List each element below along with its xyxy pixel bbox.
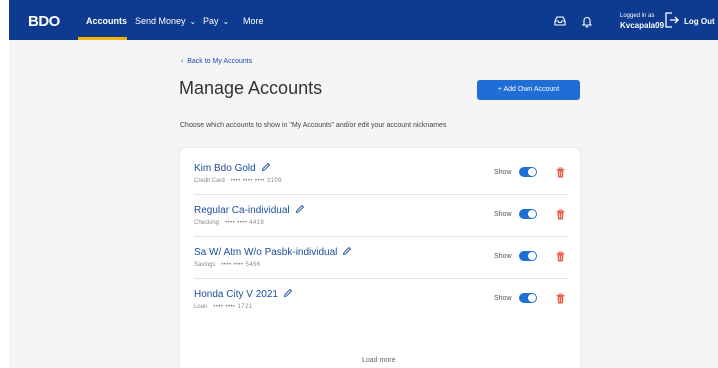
account-row: Kim Bdo Gold Credit Card •••• •••• •••• 3… <box>194 154 568 195</box>
show-label: Show <box>494 211 512 218</box>
bell-icon[interactable] <box>580 14 594 28</box>
pencil-icon[interactable] <box>261 162 271 172</box>
bdo-logo[interactable]: BDO <box>28 13 60 30</box>
pencil-icon[interactable] <box>342 246 352 256</box>
load-more-button[interactable]: Load more <box>362 357 395 364</box>
logout-icon <box>665 12 679 28</box>
account-row: Regular Ca-individual Checking •••• •••• … <box>194 196 568 237</box>
show-toggle[interactable] <box>519 251 537 261</box>
account-row: Sa W/ Atm W/o Pasbk-individual Savings ••… <box>194 238 568 279</box>
app-frame: BDO Accounts Send Money ⌄ Pay ⌄ More Logge… <box>9 0 718 368</box>
account-type: Savings <box>194 262 216 268</box>
show-toggle[interactable] <box>519 293 537 303</box>
account-number-masked: •••• •••• •••• 3109 <box>230 178 282 184</box>
account-name[interactable]: Sa W/ Atm W/o Pasbk-individual <box>194 246 352 258</box>
nav-more[interactable]: More <box>243 16 264 26</box>
nav-accounts-label: Accounts <box>86 16 128 26</box>
add-own-account-button[interactable]: + Add Own Account <box>477 80 580 100</box>
account-type: Checking <box>194 220 220 226</box>
toggle-knob <box>528 294 536 302</box>
pencil-icon[interactable] <box>283 288 293 298</box>
toggle-knob <box>528 252 536 260</box>
page-subtitle: Choose which accounts to show in "My Acc… <box>180 122 447 129</box>
account-meta: Credit Card •••• •••• •••• 3109 <box>194 178 282 184</box>
row-divider <box>194 236 568 237</box>
account-number-masked: •••• •••• 1721 <box>213 304 253 310</box>
username: Kvcapala09 <box>620 21 665 30</box>
logo-text: BDO <box>28 13 60 30</box>
account-type: Loan <box>194 304 208 310</box>
logged-in-label: Logged in as <box>620 13 655 19</box>
inbox-icon[interactable] <box>553 14 567 28</box>
account-number-masked: •••• •••• 5456 <box>221 262 261 268</box>
show-toggle[interactable] <box>519 167 537 177</box>
trash-icon[interactable] <box>556 251 565 262</box>
logout-label: Log Out <box>684 17 715 26</box>
logged-in-info: Logged in as Kvcapala09 <box>620 12 664 30</box>
trash-icon[interactable] <box>556 293 565 304</box>
nav-send-money-label: Send Money <box>135 16 186 26</box>
account-meta: Checking •••• •••• 4419 <box>194 220 264 226</box>
account-name-text: Regular Ca-individual <box>194 205 290 216</box>
show-label: Show <box>494 253 512 260</box>
chevron-down-icon: ⌄ <box>189 17 197 26</box>
toggle-knob <box>528 210 536 218</box>
account-meta: Savings •••• •••• 5456 <box>194 262 260 268</box>
trash-icon[interactable] <box>556 167 565 178</box>
toggle-knob <box>528 168 536 176</box>
account-name-text: Honda City V 2021 <box>194 289 278 300</box>
chevron-left-icon: ‹ <box>181 58 184 65</box>
account-row: Honda City V 2021 Loan •••• •••• 1721 Sho… <box>194 280 568 321</box>
account-name[interactable]: Kim Bdo Gold <box>194 162 271 174</box>
account-name[interactable]: Regular Ca-individual <box>194 204 305 216</box>
nav-pay-label: Pay <box>203 16 219 26</box>
account-type: Credit Card <box>194 178 225 184</box>
show-label: Show <box>494 169 512 176</box>
show-toggle[interactable] <box>519 209 537 219</box>
row-divider <box>194 194 568 195</box>
back-to-my-accounts-link[interactable]: ‹ Back to My Accounts <box>181 58 252 65</box>
nav-accounts[interactable]: Accounts <box>86 16 127 26</box>
back-link-label: Back to My Accounts <box>187 58 253 65</box>
nav-pay[interactable]: Pay ⌄ <box>203 16 229 26</box>
show-label: Show <box>494 295 512 302</box>
account-name-text: Kim Bdo Gold <box>194 163 256 174</box>
account-name-text: Sa W/ Atm W/o Pasbk-individual <box>194 247 338 258</box>
account-meta: Loan •••• •••• 1721 <box>194 304 252 310</box>
nav-more-label: More <box>243 16 264 26</box>
accounts-card: Kim Bdo Gold Credit Card •••• •••• •••• 3… <box>180 148 580 368</box>
account-number-masked: •••• •••• 4419 <box>225 220 265 226</box>
top-navigation-bar: BDO Accounts Send Money ⌄ Pay ⌄ More Logge… <box>9 0 718 40</box>
page-title: Manage Accounts <box>179 78 323 98</box>
account-name[interactable]: Honda City V 2021 <box>194 288 293 300</box>
trash-icon[interactable] <box>556 209 565 220</box>
row-divider <box>194 278 568 279</box>
chevron-down-icon: ⌄ <box>222 17 230 26</box>
pencil-icon[interactable] <box>295 204 305 214</box>
nav-send-money[interactable]: Send Money ⌄ <box>135 16 196 26</box>
nav-active-indicator <box>78 37 127 40</box>
